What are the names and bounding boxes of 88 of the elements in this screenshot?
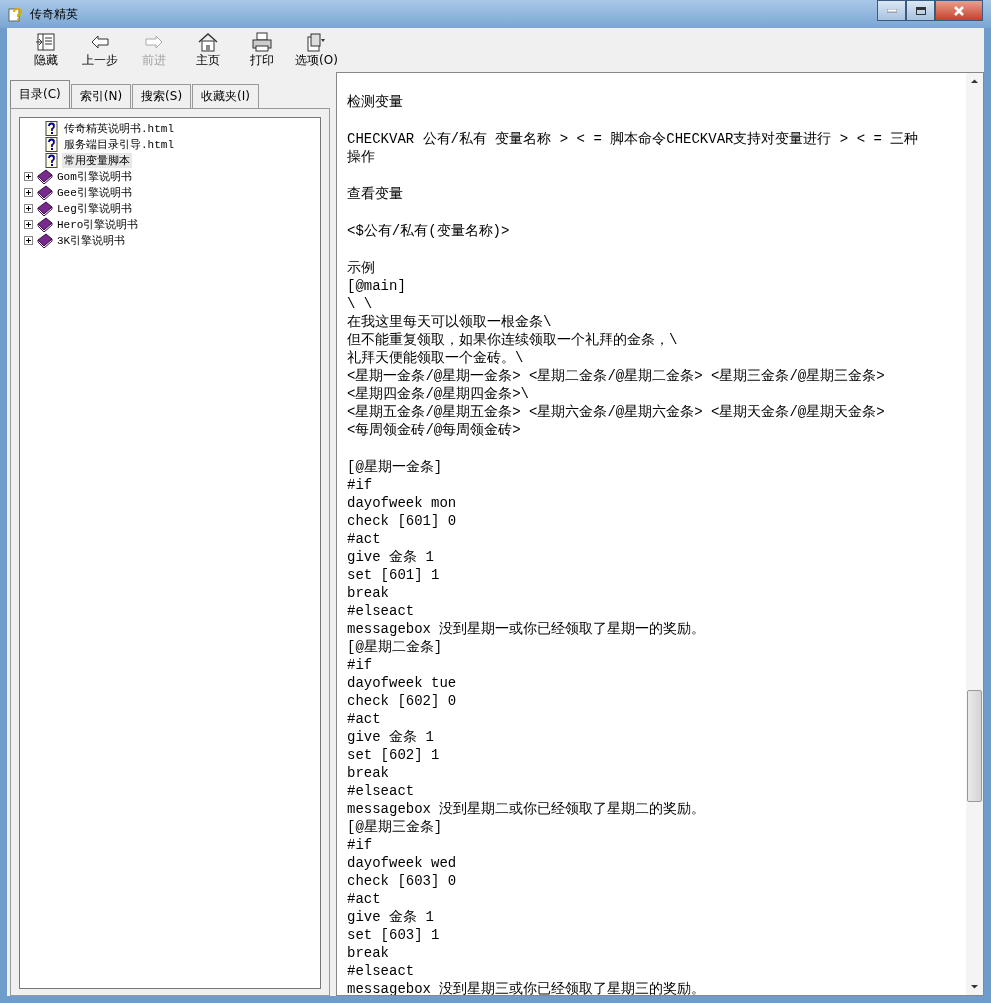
text-line: [@星期二金条] xyxy=(347,638,444,656)
text-line: give 金条 1 xyxy=(347,908,435,926)
text-line: 查看变量 xyxy=(347,185,404,203)
home-icon xyxy=(197,32,219,52)
help-page-icon xyxy=(44,136,60,152)
text-line: dayofweek tue xyxy=(347,674,458,692)
minimize-icon xyxy=(886,8,897,13)
minimize-button[interactable] xyxy=(877,0,906,21)
text-line: #if xyxy=(347,476,374,494)
tree-item[interactable]: 常用变量脚本 xyxy=(62,152,132,168)
text-line: break xyxy=(347,944,390,962)
text-line: #act xyxy=(347,710,382,728)
text-line: set [603] 1 xyxy=(347,926,441,944)
options-icon xyxy=(305,32,328,52)
text-line: 检测变量 xyxy=(347,93,404,111)
text-line: [@星期三金条] xyxy=(347,818,444,836)
tree-item[interactable]: Gom引擎说明书 xyxy=(55,168,134,184)
text-line: <每周领金砖/@每周领金砖> xyxy=(347,421,522,439)
text-line: 但不能重复领取，如果你连续领取一个礼拜的金条，\ xyxy=(347,331,679,349)
help-icon xyxy=(8,6,24,22)
maximize-icon xyxy=(915,6,926,15)
book-icon xyxy=(37,200,53,216)
tab[interactable]: 搜索(S) xyxy=(132,84,192,108)
book-icon xyxy=(37,168,53,184)
text-line: give 金条 1 xyxy=(347,728,435,746)
text-line: set [601] 1 xyxy=(347,566,441,584)
text-line: #if xyxy=(347,656,374,674)
help-page-icon xyxy=(44,152,60,168)
tree-item[interactable]: 服务端目录引导.html xyxy=(62,136,176,152)
text-line: check [601] 0 xyxy=(347,512,458,530)
text-line: dayofweek wed xyxy=(347,854,458,872)
text-line: messagebox 没到星期三或你已经领取了星期三的奖励。 xyxy=(347,980,707,995)
expand-toggle[interactable] xyxy=(24,219,33,229)
maximize-button[interactable] xyxy=(906,0,935,21)
text-line: #act xyxy=(347,530,382,548)
text-line: set [602] 1 xyxy=(347,746,441,764)
tree-item[interactable]: 3K引擎说明书 xyxy=(55,232,128,248)
text-line: #if xyxy=(347,836,374,854)
expand-toggle[interactable] xyxy=(24,187,33,197)
tree-item[interactable]: Leg引擎说明书 xyxy=(55,200,134,216)
text-line: messagebox 没到星期二或你已经领取了星期二的奖励。 xyxy=(347,800,707,818)
text-line: \ \ xyxy=(347,295,374,313)
tree-item[interactable]: Gee引擎说明书 xyxy=(55,184,134,200)
text-line: <星期四金条/@星期四金条>\ xyxy=(347,385,530,403)
text-line: break xyxy=(347,584,390,602)
book-icon xyxy=(37,216,53,232)
text-line: [@星期一金条] xyxy=(347,458,444,476)
text-line: dayofweek mon xyxy=(347,494,458,512)
close-button[interactable] xyxy=(935,0,983,21)
text-line: check [602] 0 xyxy=(347,692,458,710)
text-line: #elseact xyxy=(347,602,416,620)
text-line: 在我这里每天可以领取一根金条\ xyxy=(347,313,553,331)
close-icon xyxy=(954,5,964,16)
text-line: break xyxy=(347,764,390,782)
toolbar-button[interactable]: 上一步 xyxy=(73,30,127,72)
text-line: #elseact xyxy=(347,962,416,980)
text-line: check [603] 0 xyxy=(347,872,458,890)
toolbar-button[interactable]: 隐藏 xyxy=(19,30,73,72)
text-line: #act xyxy=(347,890,382,908)
text-line: 示例 xyxy=(347,259,376,277)
text-line: <$公有/私有(变量名称)> xyxy=(347,222,511,240)
text-line: CHECKVAR 公有/私有 变量名称 > < = 脚本命令CHECKVAR支持对变量进行 > < = 三种操作 xyxy=(347,130,920,166)
text-line: <星期五金条/@星期五金条> <星期六金条/@星期六金条> <星期天金条/@星期天金条> xyxy=(347,403,886,421)
text-line: [@main] xyxy=(347,277,407,295)
expand-toggle[interactable] xyxy=(24,235,33,245)
toolbar-button[interactable]: 主页 xyxy=(181,30,235,72)
text-line: 礼拜天便能领取一个金砖。\ xyxy=(347,349,525,367)
hide-pane-icon xyxy=(35,32,57,52)
book-icon xyxy=(37,232,53,248)
toolbar-button[interactable]: 打印 xyxy=(235,30,289,72)
help-page-icon xyxy=(44,120,60,136)
tab[interactable]: 索引(N) xyxy=(70,84,132,108)
text-line: <星期一金条/@星期一金条> <星期二金条/@星期二金条> <星期三金条/@星期三金条> xyxy=(347,367,886,385)
tab[interactable]: 收藏夹(I) xyxy=(192,84,259,108)
scroll-thumb[interactable] xyxy=(967,690,982,802)
text-line: #elseact xyxy=(347,782,416,800)
tree-item[interactable]: Hero引擎说明书 xyxy=(55,216,141,232)
vertical-scrollbar[interactable] xyxy=(966,73,983,995)
expand-toggle[interactable] xyxy=(24,171,33,181)
toolbar-button[interactable]: 选项(O) xyxy=(289,30,344,72)
book-icon xyxy=(37,184,53,200)
tree-item[interactable]: 传奇精英说明书.html xyxy=(62,120,176,136)
text-line: messagebox 没到星期一或你已经领取了星期一的奖励。 xyxy=(347,620,707,638)
printer-icon xyxy=(251,32,273,52)
window-title: 传奇精英 xyxy=(30,5,79,23)
expand-toggle[interactable] xyxy=(24,203,33,213)
tab[interactable]: 目录(C) xyxy=(10,80,70,108)
text-line: give 金条 1 xyxy=(347,548,435,566)
